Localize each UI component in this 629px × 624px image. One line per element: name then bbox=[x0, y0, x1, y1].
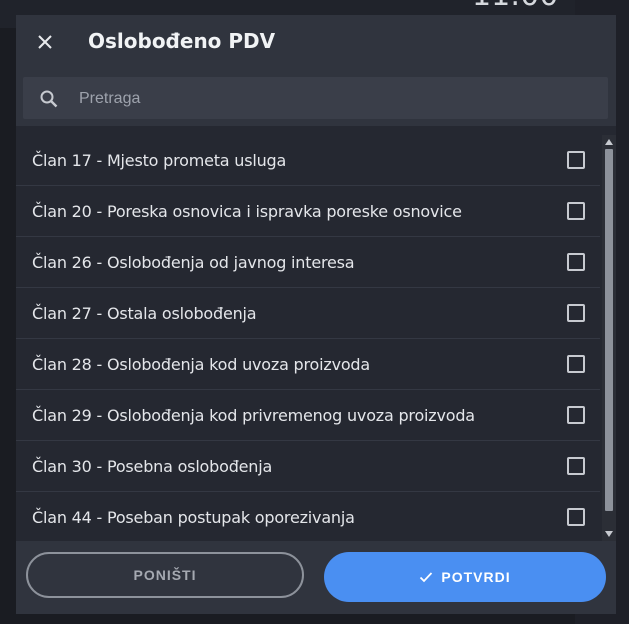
scroll-down-arrow-icon[interactable] bbox=[605, 531, 613, 537]
list-item-label: Član 44 - Poseban postupak oporezivanja bbox=[32, 507, 355, 527]
list-item-label: Član 20 - Poreska osnovica i ispravka po… bbox=[32, 201, 462, 221]
confirm-button-label: POTVRDI bbox=[441, 569, 511, 585]
cancel-button-label: PONIŠTI bbox=[133, 567, 197, 583]
list-item[interactable]: Član 17 - Mjesto prometa usluga bbox=[16, 135, 600, 186]
close-button[interactable] bbox=[30, 27, 60, 57]
list-item-label: Član 29 - Oslobođenja kod privremenog uv… bbox=[32, 405, 475, 425]
scroll-up-arrow-icon[interactable] bbox=[605, 139, 613, 145]
search-icon bbox=[40, 90, 58, 108]
list-item[interactable]: Član 44 - Poseban postupak oporezivanja bbox=[16, 492, 600, 540]
list-item-checkbox[interactable] bbox=[567, 202, 585, 220]
list-item-checkbox[interactable] bbox=[567, 253, 585, 271]
list-item-checkbox[interactable] bbox=[567, 355, 585, 373]
search-bar bbox=[16, 70, 616, 126]
search-input[interactable] bbox=[77, 77, 601, 121]
exemption-dialog: Oslobođeno PDV Član 17 - Mjesto prometa … bbox=[16, 15, 616, 614]
list-item-checkbox[interactable] bbox=[567, 304, 585, 322]
list-item-label: Član 17 - Mjesto prometa usluga bbox=[32, 150, 287, 170]
list-item[interactable]: Član 28 - Oslobođenja kod uvoza proizvod… bbox=[16, 339, 600, 390]
list-item-label: Član 26 - Oslobođenja od javnog interesa bbox=[32, 252, 355, 272]
search-box bbox=[23, 77, 608, 121]
list-item-label: Član 30 - Posebna oslobođenja bbox=[32, 456, 273, 476]
confirm-button[interactable]: POTVRDI bbox=[324, 552, 606, 602]
list-item[interactable]: Član 26 - Oslobođenja od javnog interesa bbox=[16, 237, 600, 288]
list-item[interactable]: Član 27 - Ostala oslobođenja bbox=[16, 288, 600, 339]
close-icon bbox=[38, 35, 52, 49]
scrollbar-thumb[interactable] bbox=[605, 149, 613, 511]
list-item-checkbox[interactable] bbox=[567, 508, 585, 526]
list-item-label: Član 27 - Ostala oslobođenja bbox=[32, 303, 257, 323]
background-time: 11:00 bbox=[472, 0, 558, 13]
dialog-header: Oslobođeno PDV bbox=[16, 15, 616, 70]
exemption-list: Član 17 - Mjesto prometa usluga Član 20 -… bbox=[16, 135, 600, 540]
list-item[interactable]: Član 29 - Oslobođenja kod privremenog uv… bbox=[16, 390, 600, 441]
list-item[interactable]: Član 20 - Poreska osnovica i ispravka po… bbox=[16, 186, 600, 237]
list-item-checkbox[interactable] bbox=[567, 406, 585, 424]
list-item-label: Član 28 - Oslobođenja kod uvoza proizvod… bbox=[32, 354, 370, 374]
dialog-title: Oslobođeno PDV bbox=[88, 29, 276, 53]
dialog-footer: PONIŠTI POTVRDI bbox=[16, 541, 616, 614]
check-icon bbox=[420, 572, 433, 583]
scrollbar[interactable] bbox=[602, 135, 616, 541]
list-item-checkbox[interactable] bbox=[567, 151, 585, 169]
cancel-button[interactable]: PONIŠTI bbox=[26, 552, 304, 598]
list-item-checkbox[interactable] bbox=[567, 457, 585, 475]
list-item[interactable]: Član 30 - Posebna oslobođenja bbox=[16, 441, 600, 492]
